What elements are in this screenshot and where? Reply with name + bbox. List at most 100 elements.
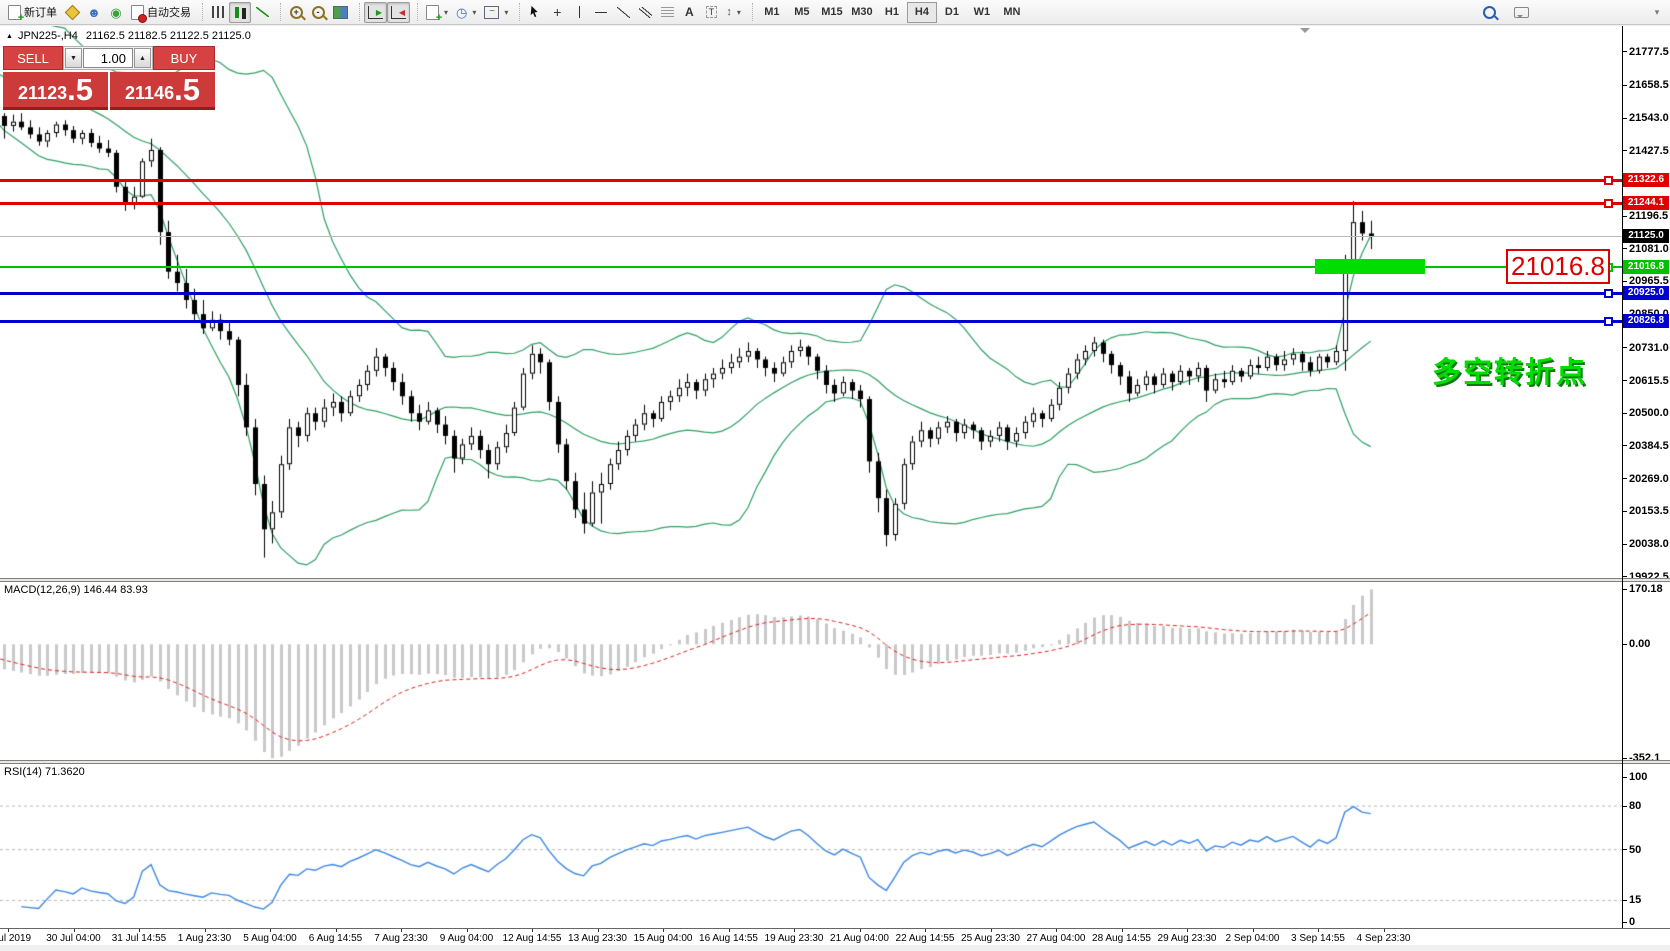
search-button[interactable]: [1478, 2, 1500, 23]
horizontal-line[interactable]: [0, 236, 1622, 238]
template-icon: ~: [484, 5, 500, 19]
vertical-line-tool-button[interactable]: [568, 2, 590, 23]
highlight-box[interactable]: [1315, 259, 1425, 275]
horizontal-line[interactable]: [0, 291, 1622, 295]
ohlc-values: 21162.5 21182.5 21122.5 21125.0: [85, 30, 251, 42]
metaeditor-button[interactable]: [61, 2, 83, 23]
bar-chart-button[interactable]: [207, 2, 229, 23]
turning-point-annotation[interactable]: 多空转折点: [1432, 349, 1587, 391]
level-text-box[interactable]: 21016.8: [1506, 249, 1610, 284]
cursor-tool-button[interactable]: [524, 2, 546, 23]
zoom-out-icon: -: [311, 5, 325, 19]
autotrade-button[interactable]: 自动交易: [127, 2, 195, 23]
horizontal-line-icon: [595, 11, 608, 13]
horizontal-line[interactable]: [0, 319, 1622, 323]
community-button[interactable]: ☻: [83, 2, 105, 23]
timeframe-m30-button[interactable]: M30: [847, 2, 877, 23]
chart-shift-button[interactable]: ◀: [387, 1, 410, 23]
timeframe-d1-button[interactable]: D1: [937, 2, 967, 23]
new-order-icon: +: [8, 4, 24, 23]
toolbar-separator: [273, 3, 281, 21]
timeframe-m1-button[interactable]: M1: [757, 2, 787, 23]
toolbar-separator: [745, 3, 753, 21]
fibonacci-tool-button[interactable]: [656, 2, 678, 23]
line-chart-icon: [255, 7, 269, 17]
new-order-button[interactable]: + 新订单: [4, 2, 61, 23]
tile-windows-icon: [333, 5, 348, 19]
timeframe-m15-button[interactable]: M15: [817, 2, 847, 23]
toolbar-separator: [410, 3, 418, 21]
sell-price-main: 21123: [18, 83, 68, 103]
channel-tool-button[interactable]: [634, 2, 656, 23]
crosshair-tool-button[interactable]: +: [546, 2, 568, 23]
trendline-tool-button[interactable]: [612, 2, 634, 23]
autotrade-label: 自动交易: [147, 7, 191, 19]
line-anchor-marker[interactable]: [1604, 198, 1613, 208]
toolbar-separator: [352, 3, 360, 21]
sell-button[interactable]: SELL: [3, 46, 63, 70]
tile-windows-button[interactable]: [329, 2, 352, 23]
candlestick-chart-button[interactable]: [229, 1, 251, 23]
main-chart-canvas[interactable]: [0, 26, 1622, 578]
timeframe-mn-button[interactable]: MN: [997, 2, 1027, 23]
auto-scroll-button[interactable]: ▶: [364, 1, 387, 23]
text-icon: A: [685, 5, 694, 19]
templates-button[interactable]: ~: [480, 2, 512, 23]
line-anchor-marker[interactable]: [1604, 176, 1613, 186]
label-tool-button[interactable]: T: [700, 2, 722, 23]
signals-icon: ◉: [110, 4, 122, 20]
symbol-period-label: JPN225-,H4: [17, 30, 78, 42]
sell-price[interactable]: 21123.5: [3, 72, 108, 110]
timeframe-m5-button[interactable]: M5: [787, 2, 817, 23]
toolbar-separator: [512, 3, 521, 21]
volume-input[interactable]: 1.00: [83, 48, 133, 68]
chart-shift-icon: ◀: [391, 5, 406, 19]
indicators-icon: +: [426, 4, 442, 23]
trendline-icon: [616, 6, 630, 18]
new-order-label: 新订单: [24, 7, 57, 19]
pane-splitter[interactable]: [0, 578, 1670, 582]
vertical-line-icon: [578, 6, 580, 18]
time-axis-line: [0, 928, 1670, 929]
mt4-window: +新订单 ☻ ◉ 自动交易 + - ▶ ◀ + ◷ ~ + A T ↕ M1 M…: [0, 0, 1670, 951]
chart-collapse-icon[interactable]: ▲: [6, 33, 13, 40]
community-icon: ☻: [87, 4, 101, 20]
toolbar-separator: [195, 3, 203, 21]
horizontal-line-tool-button[interactable]: [590, 2, 612, 23]
macd-pane-canvas[interactable]: [0, 582, 1622, 760]
zoom-out-button[interactable]: -: [307, 2, 329, 23]
text-label-icon: T: [705, 6, 718, 18]
line-anchor-marker[interactable]: [1604, 316, 1613, 326]
chat-button[interactable]: [1510, 2, 1533, 23]
timeframe-w1-button[interactable]: W1: [967, 2, 997, 23]
chart-shift-marker-icon[interactable]: [1300, 28, 1310, 38]
channel-icon: [638, 6, 652, 18]
horizontal-line[interactable]: [0, 201, 1622, 205]
toolbar-overflow-button[interactable]: ▾: [1646, 2, 1668, 23]
line-chart-button[interactable]: [251, 2, 273, 23]
volume-increase-button[interactable]: ▲: [134, 48, 151, 68]
text-tool-button[interactable]: A: [678, 2, 700, 23]
periods-button[interactable]: ◷: [452, 2, 480, 23]
macd-indicator-label: MACD(12,26,9) 146.44 83.93: [4, 584, 148, 596]
indicators-button[interactable]: +: [422, 2, 452, 23]
rsi-indicator-label: RSI(14) 71.3620: [4, 766, 85, 778]
buy-button[interactable]: BUY: [153, 46, 215, 70]
sell-price-fraction: .5: [67, 72, 93, 107]
horizontal-line[interactable]: [0, 179, 1622, 183]
signals-button[interactable]: ◉: [105, 2, 127, 23]
timeframe-h4-button[interactable]: H4: [906, 1, 937, 23]
search-icon: [1482, 6, 1496, 19]
pane-splitter[interactable]: [0, 760, 1670, 764]
zoom-in-button[interactable]: +: [285, 2, 307, 23]
line-anchor-marker[interactable]: [1604, 288, 1613, 298]
volume-stepper: ▼ 1.00 ▲: [63, 46, 153, 70]
candlestick-icon: [234, 6, 239, 18]
bar-chart-icon: [211, 6, 225, 18]
cursor-icon: [531, 5, 539, 18]
arrows-tool-button[interactable]: ↕: [722, 2, 745, 23]
timeframe-h1-button[interactable]: H1: [877, 2, 907, 23]
buy-price[interactable]: 21146.5: [110, 72, 215, 110]
volume-decrease-button[interactable]: ▼: [65, 48, 82, 68]
rsi-pane-canvas[interactable]: [0, 764, 1622, 928]
